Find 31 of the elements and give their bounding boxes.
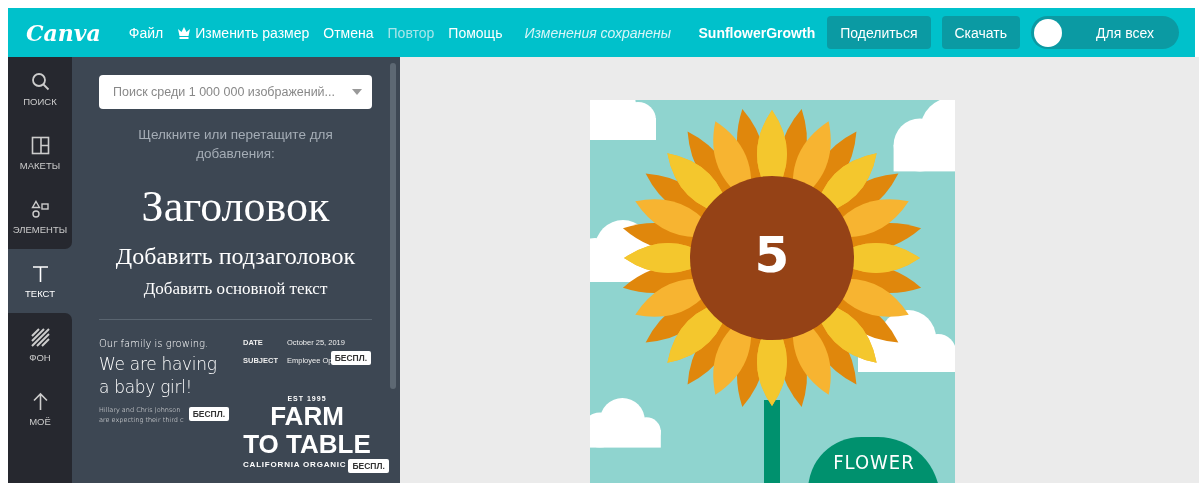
free-badge: БЕСПЛ. [330, 351, 371, 365]
sidebar-background [8, 441, 72, 483]
sidebar-tab[interactable]: МОЁ [8, 377, 72, 441]
free-badge: БЕСПЛ. [188, 407, 229, 421]
heading-text-option[interactable]: Заголовок [141, 181, 330, 233]
template-title: FARM [270, 402, 344, 430]
template-text: Our family is growing. [99, 338, 210, 349]
layout-icon [30, 135, 50, 155]
template-text: We are having a baby girl! [99, 353, 218, 399]
sidebar-tab[interactable]: МАКЕТЫ [8, 121, 72, 185]
sidebar-tab[interactable]: ЭЛЕМЕНТЫ [8, 185, 72, 249]
text-icon [30, 263, 50, 283]
template-title: TO TABLE [243, 430, 371, 458]
search-field[interactable]: Поиск среди 1 000 000 изображений... [99, 75, 372, 109]
stripes-icon [30, 327, 50, 347]
scrollbar[interactable] [390, 63, 396, 389]
body-text-option[interactable]: Добавить основной текст [143, 278, 328, 300]
free-badge: БЕСПЛ. [348, 459, 389, 473]
dropdown-caret-icon [352, 89, 362, 95]
panel-hint: Щелкните или перетащите для добавления: [137, 126, 334, 163]
crown-icon [177, 25, 192, 40]
shapes-icon [30, 199, 50, 219]
save-status: Изменения сохранены [524, 24, 672, 41]
sunflower-poster[interactable]: 5 FLOWER [590, 100, 955, 483]
leaf-text: FLOWER [833, 451, 915, 476]
sidebar-tab[interactable]: ПОИСК [8, 57, 72, 121]
subheading-text-option[interactable]: Добавить подзаголовок [115, 241, 356, 271]
sidebar-tab[interactable]: ФОН [8, 313, 72, 377]
poster-number: 5 [753, 225, 791, 285]
search-icon [30, 71, 50, 91]
template-text: CALIFORNIA ORGANIC [243, 460, 347, 469]
